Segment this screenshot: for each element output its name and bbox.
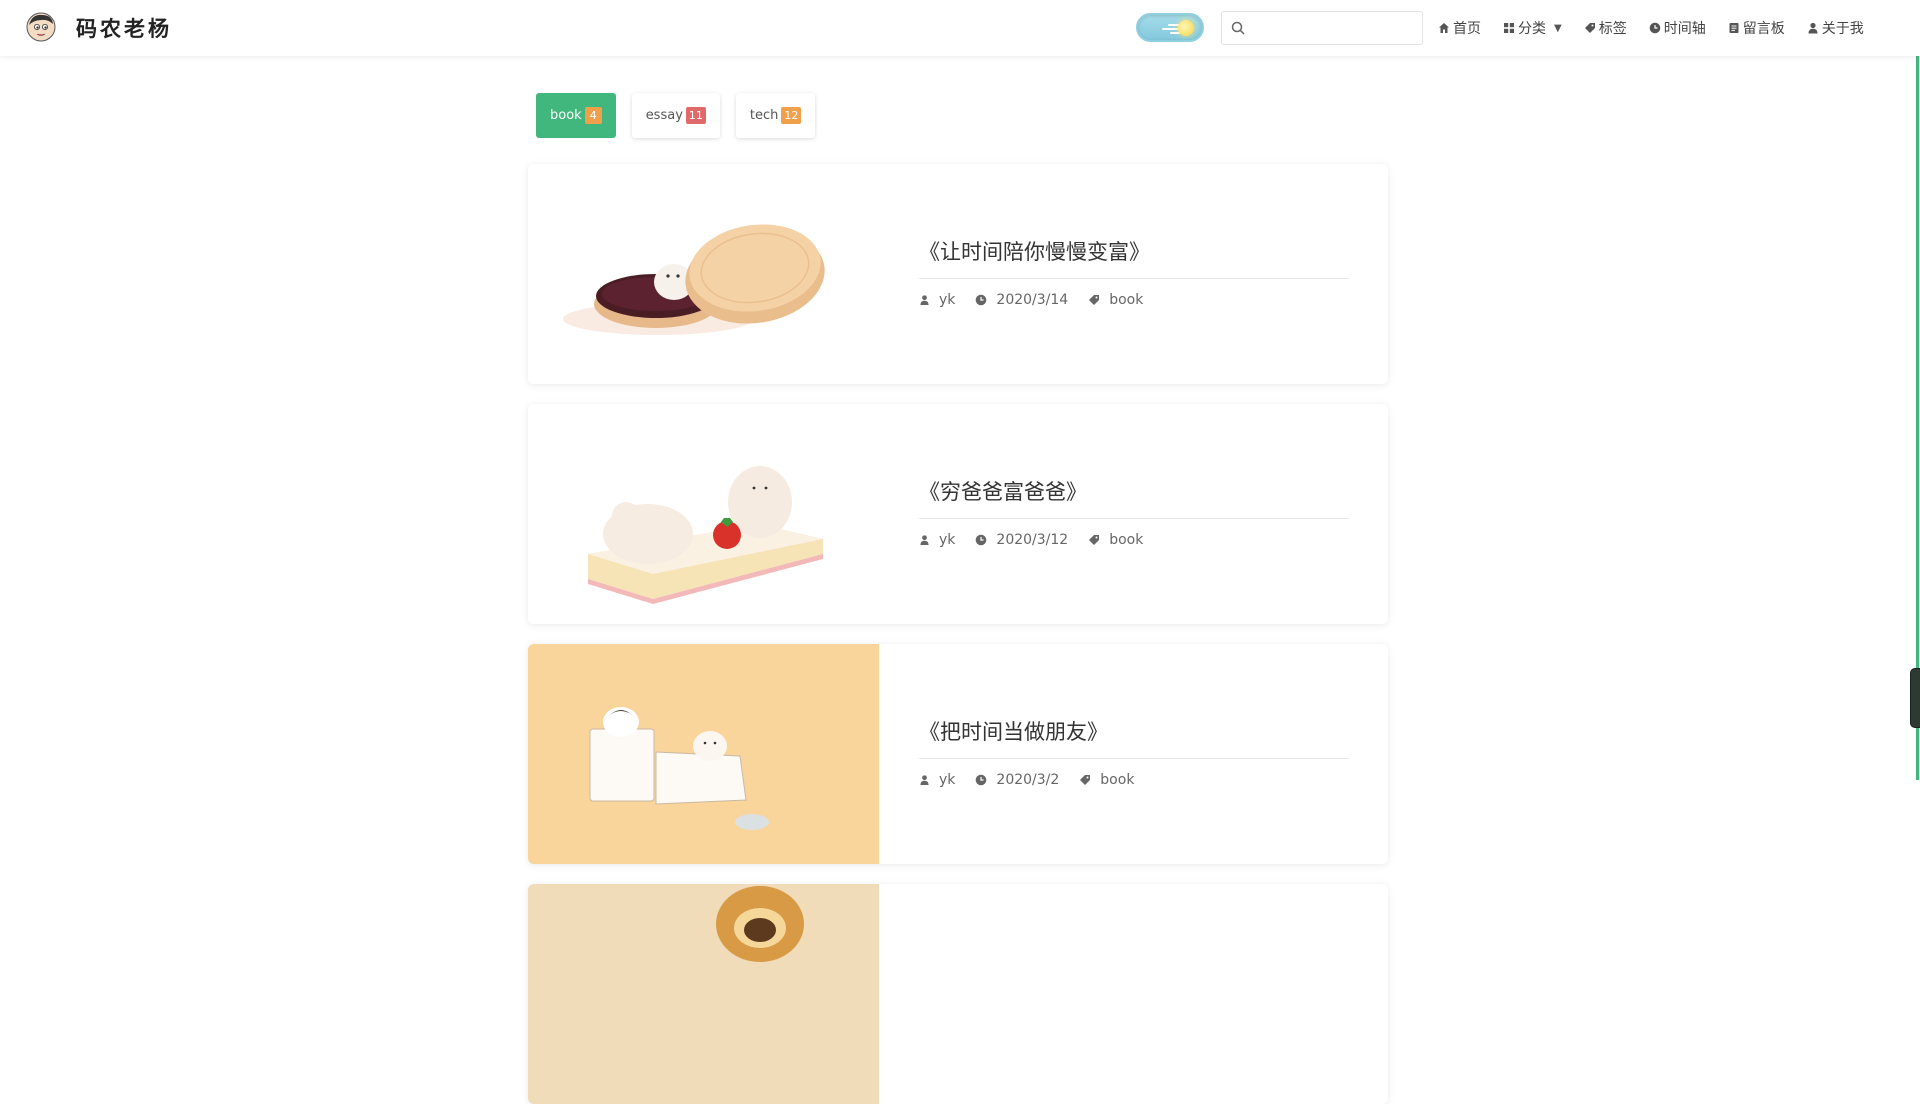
top-navbar: 码农老杨 首页 分类 ▼ 标签 时间轴 留言板 关于我: [0, 0, 1920, 56]
nav-tags-label: 标签: [1598, 21, 1627, 37]
site-title[interactable]: 码农老杨: [76, 13, 172, 43]
theme-toggle[interactable]: [1136, 13, 1204, 42]
post-cover-image: [528, 884, 879, 1104]
post-author: yk: [919, 292, 955, 308]
post-meta: yk 2020/3/2 book: [919, 772, 1154, 788]
post-author: yk: [919, 532, 955, 548]
nav-home[interactable]: 首页: [1438, 18, 1481, 38]
main-nav: 首页 分类 ▼ 标签 时间轴 留言板 关于我: [1438, 0, 1864, 56]
nav-home-label: 首页: [1453, 21, 1481, 37]
category-tab-essay[interactable]: essay 11: [631, 93, 720, 138]
post-date: 2020/3/2: [975, 772, 1059, 788]
tag-icon: [1089, 295, 1100, 305]
clock-icon: [976, 774, 987, 786]
post-body: 《让时间陪你慢慢变富》 yk 2020/3/14 book: [919, 164, 1349, 384]
post-title[interactable]: 《让时间陪你慢慢变富》: [919, 236, 1150, 266]
date-text: 2020/3/14: [996, 292, 1069, 308]
tag-text: book: [1100, 772, 1135, 788]
post-card[interactable]: [528, 884, 1388, 1104]
nav-tags[interactable]: 标签: [1584, 18, 1627, 38]
user-icon: [1808, 22, 1818, 34]
tag-text: book: [1109, 292, 1144, 308]
post-cover-image: [528, 404, 879, 624]
post-card[interactable]: 《穷爸爸富爸爸》 yk 2020/3/12 book: [528, 404, 1388, 624]
date-text: 2020/3/12: [996, 532, 1069, 548]
post-body: [919, 884, 1349, 1104]
message-board-icon: [1729, 23, 1739, 33]
caret-down-icon: ▼: [1554, 22, 1562, 34]
clock-icon: [1649, 22, 1661, 34]
post-author: yk: [919, 772, 955, 788]
post-date: 2020/3/12: [975, 532, 1068, 548]
date-text: 2020/3/2: [996, 772, 1060, 788]
post-title[interactable]: 《把时间当做朋友》: [919, 716, 1108, 746]
nav-message-board-label: 留言板: [1742, 21, 1785, 37]
divider: [919, 518, 1349, 519]
home-icon: [1439, 23, 1449, 33]
tag-icon: [1080, 775, 1091, 785]
author-name: yk: [939, 772, 956, 788]
clock-icon: [976, 534, 987, 546]
author-name: yk: [939, 292, 956, 308]
count-badge: 12: [781, 107, 802, 124]
nav-timeline[interactable]: 时间轴: [1649, 18, 1706, 38]
nav-message-board[interactable]: 留言板: [1728, 18, 1785, 38]
tag-text: book: [1109, 532, 1144, 548]
category-label: essay: [645, 108, 683, 123]
post-date: 2020/3/14: [975, 292, 1068, 308]
divider: [919, 758, 1349, 759]
site-logo[interactable]: [26, 12, 56, 42]
post-card[interactable]: 《把时间当做朋友》 yk 2020/3/2 book: [528, 644, 1388, 864]
user-icon: [920, 775, 929, 786]
nav-about-label: 关于我: [1821, 21, 1864, 37]
nav-timeline-label: 时间轴: [1663, 21, 1706, 37]
count-badge: 11: [685, 107, 706, 124]
post-tag[interactable]: book: [1079, 772, 1134, 788]
category-tab-book[interactable]: book 4: [536, 93, 616, 138]
scroll-progress-line: [1916, 0, 1919, 780]
post-tag[interactable]: book: [1088, 292, 1143, 308]
grid-icon: [1504, 23, 1514, 33]
search-input[interactable]: [1252, 16, 1418, 40]
post-title[interactable]: 《穷爸爸富爸爸》: [919, 476, 1087, 506]
side-widget-handle[interactable]: [1910, 668, 1920, 728]
nav-categories-label: 分类: [1518, 21, 1546, 37]
post-cover-image: [528, 644, 879, 864]
post-cover-image: [528, 164, 879, 384]
category-tab-tech[interactable]: tech 12: [735, 93, 816, 138]
user-icon: [920, 535, 929, 546]
clock-icon: [976, 294, 987, 306]
nav-about[interactable]: 关于我: [1807, 18, 1864, 38]
post-card[interactable]: 《让时间陪你慢慢变富》 yk 2020/3/14 book: [528, 164, 1388, 384]
count-badge: 4: [584, 107, 602, 124]
post-body: 《把时间当做朋友》 yk 2020/3/2 book: [919, 644, 1349, 864]
user-icon: [920, 295, 929, 306]
search-icon: [1231, 21, 1245, 35]
category-tabs: book 4 essay 11 tech 12: [536, 93, 831, 138]
author-name: yk: [939, 532, 956, 548]
post-meta: yk 2020/3/14 book: [919, 292, 1163, 308]
search-box[interactable]: [1221, 11, 1423, 45]
tag-icon: [1089, 535, 1100, 545]
nav-categories[interactable]: 分类 ▼: [1503, 18, 1562, 38]
post-body: 《穷爸爸富爸爸》 yk 2020/3/12 book: [919, 404, 1349, 624]
sun-icon: [1178, 20, 1194, 36]
category-label: tech: [749, 108, 779, 123]
tag-icon: [1584, 23, 1595, 33]
divider: [919, 278, 1349, 279]
category-label: book: [550, 108, 582, 123]
post-meta: yk 2020/3/12 book: [919, 532, 1163, 548]
post-tag[interactable]: book: [1088, 532, 1143, 548]
